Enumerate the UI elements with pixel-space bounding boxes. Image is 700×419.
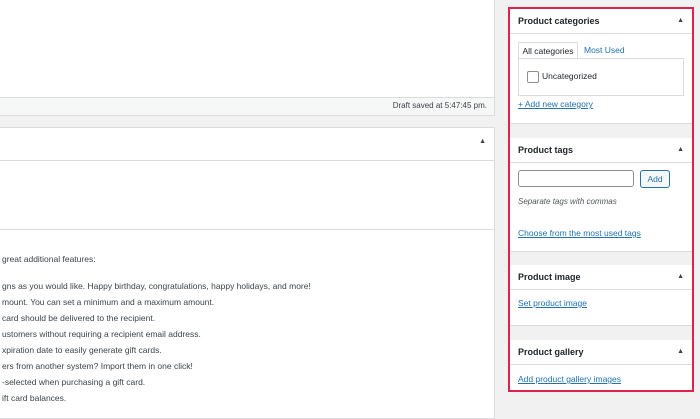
panel-header: ▲ xyxy=(0,128,494,161)
features-intro: great additional features: xyxy=(2,254,96,264)
product-tags-title: Product tags xyxy=(518,145,574,155)
feature-line: xpiration date to easily generate gift c… xyxy=(2,345,162,355)
choose-most-used-tags-link[interactable]: Choose from the most used tags xyxy=(518,228,641,238)
product-description-panel: ▲ great additional features: gns as you … xyxy=(0,127,495,419)
collapse-arrow-icon[interactable]: ▲ xyxy=(677,273,684,280)
set-product-image-link[interactable]: Set product image xyxy=(518,298,587,308)
product-gallery-header[interactable]: Product gallery ▲ xyxy=(510,340,692,365)
category-checklist: Uncategorized xyxy=(518,58,684,96)
draft-status-text: Draft saved at 5:47:45 pm. xyxy=(392,101,487,110)
feature-line: ift card balances. xyxy=(2,393,67,403)
collapse-arrow-icon[interactable]: ▲ xyxy=(677,348,684,355)
collapse-arrow-icon[interactable]: ▲ xyxy=(677,146,684,153)
feature-line: gns as you would like. Happy birthday, c… xyxy=(2,281,311,291)
editor-content-area[interactable] xyxy=(0,0,495,97)
add-gallery-images-link[interactable]: Add product gallery images xyxy=(518,374,621,384)
tags-hint: Separate tags with commas xyxy=(518,197,617,206)
feature-line: ers from another system? Import them in … xyxy=(2,361,193,371)
product-categories-header[interactable]: Product categories ▲ xyxy=(510,9,692,34)
product-image-box: Product image ▲ Set product image xyxy=(510,265,692,326)
panel-toolbar-area xyxy=(0,161,494,230)
feature-line: mount. You can set a minimum and a maxim… xyxy=(2,297,215,307)
tag-input[interactable] xyxy=(518,170,634,187)
product-sidebar-highlight: Product categories ▲ All categories Most… xyxy=(508,7,694,392)
product-tags-box: Product tags ▲ Add Separate tags with co… xyxy=(510,138,692,252)
editor-status-bar: Draft saved at 5:47:45 pm. xyxy=(0,97,495,116)
collapse-arrow-icon[interactable]: ▲ xyxy=(677,17,684,24)
category-checkbox[interactable] xyxy=(527,71,539,83)
product-image-header[interactable]: Product image ▲ xyxy=(510,265,692,290)
product-categories-box: Product categories ▲ All categories Most… xyxy=(510,9,692,124)
product-image-title: Product image xyxy=(518,272,581,282)
tab-most-used[interactable]: Most Used xyxy=(584,42,625,58)
feature-line: -selected when purchasing a gift card. xyxy=(2,377,146,387)
add-tag-button[interactable]: Add xyxy=(640,170,670,188)
feature-line: ustomers without requiring a recipient e… xyxy=(2,329,201,339)
product-categories-title: Product categories xyxy=(518,16,600,26)
collapse-arrow-icon[interactable]: ▲ xyxy=(479,138,486,145)
category-label[interactable]: Uncategorized xyxy=(542,71,597,81)
add-new-category-link[interactable]: + Add new category xyxy=(518,99,593,109)
feature-line: card should be delivered to the recipien… xyxy=(2,313,156,323)
tab-all-categories[interactable]: All categories xyxy=(518,42,578,59)
product-gallery-title: Product gallery xyxy=(518,347,584,357)
product-tags-header[interactable]: Product tags ▲ xyxy=(510,138,692,163)
product-gallery-box: Product gallery ▲ Add product gallery im… xyxy=(510,340,692,390)
